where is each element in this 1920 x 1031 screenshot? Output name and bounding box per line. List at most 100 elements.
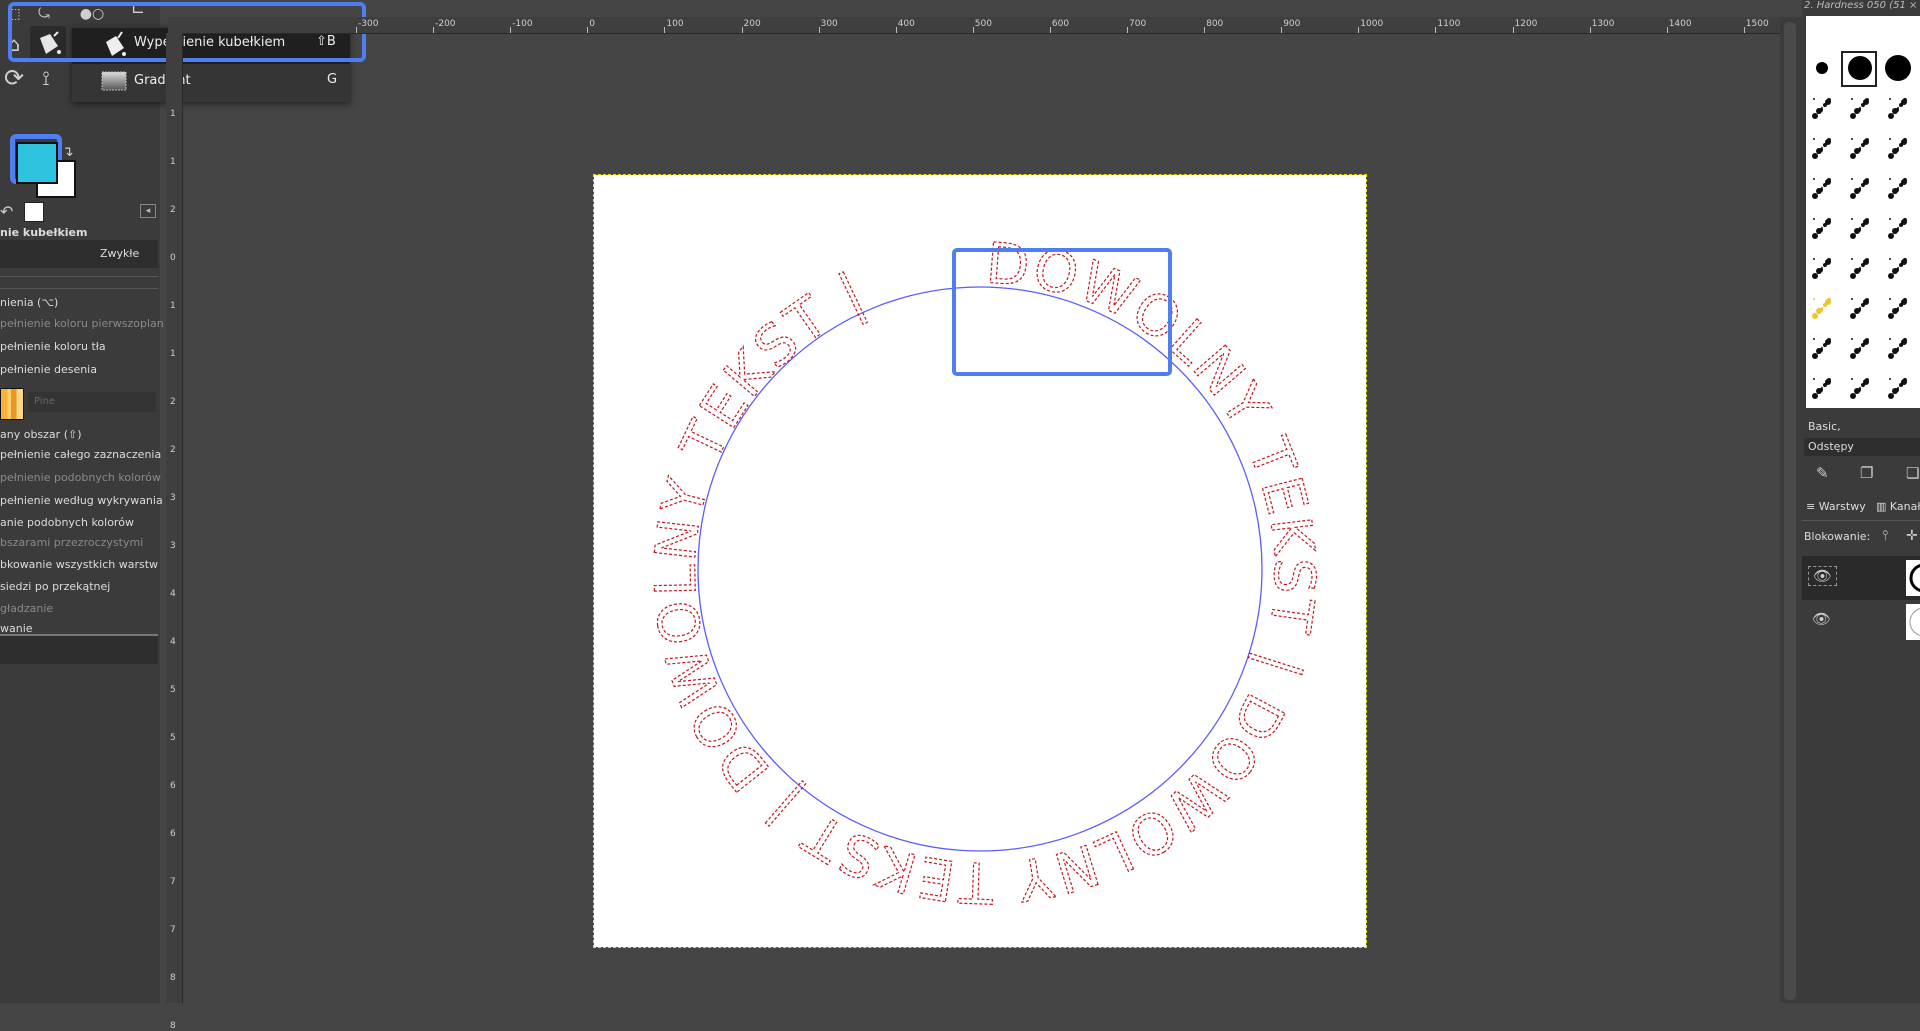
brush-preview <box>1850 338 1869 359</box>
ruler-label: 1 <box>170 301 176 311</box>
brush-preview <box>1888 178 1907 199</box>
brush-preview <box>1888 138 1907 159</box>
brush-preview <box>1888 218 1907 239</box>
brush-previews <box>1812 51 1911 439</box>
brush-preview <box>1812 298 1831 319</box>
layers-tabs: ≡ Warstwy ▥ Kanały <box>1802 496 1920 521</box>
ruler-tick <box>1204 27 1206 33</box>
ruler-tick <box>972 27 974 33</box>
tab-layers[interactable]: ≡ Warstwy <box>1806 500 1866 513</box>
ruler-label: 1 <box>170 349 176 359</box>
vertical-ruler[interactable]: 1 1 2 0 1 1 2 2 3 3 4 4 5 5 6 6 7 7 8 8 <box>166 33 183 1031</box>
brush-preview <box>1888 258 1907 279</box>
tab-layers-label: Warstwy <box>1818 500 1866 513</box>
visibility-eye-icon[interactable]: 👁 <box>1808 566 1838 586</box>
brush-preview <box>1888 298 1907 319</box>
tool-option-3[interactable]: pełnienie desenia <box>0 363 97 376</box>
layer-thumbnail <box>1906 604 1920 640</box>
ruler-tick <box>356 27 357 33</box>
mode-value: Zwykłe <box>100 247 140 260</box>
layer-row[interactable]: 👁 <box>1802 556 1920 600</box>
text-path-icon[interactable]: ⟟ <box>32 64 60 92</box>
smudge-icon[interactable]: ⟳ <box>0 64 28 92</box>
brush-preview <box>1812 218 1831 239</box>
spacing-field[interactable]: Odstępy <box>1804 438 1920 456</box>
ruler-tick <box>1512 27 1514 33</box>
tool-option-0[interactable]: nienia (⌥) <box>0 296 58 309</box>
tab-channels[interactable]: ▥ Kanały <box>1876 500 1920 513</box>
ruler-label: 1400 <box>1668 19 1692 29</box>
ruler-label: 500 <box>974 19 992 29</box>
ruler-tick <box>895 27 897 33</box>
text-highlight-box <box>952 248 1172 376</box>
brushes-grid[interactable] <box>1806 16 1920 439</box>
ruler-label: 7 <box>170 877 176 887</box>
ruler-label: 600 <box>1051 19 1070 29</box>
tool-option-11[interactable]: siedzi po przekątnej <box>0 580 110 593</box>
ruler-label: 6 <box>170 781 176 791</box>
brush-preview <box>1816 62 1828 74</box>
swap-colors-icon[interactable]: ↴ <box>62 144 74 160</box>
ruler-label: -300 <box>358 19 379 29</box>
ruler-label: 1200 <box>1514 19 1538 29</box>
brush-preview <box>1812 178 1831 199</box>
tool-option-1[interactable]: pełnienie koloru pierwszoplan <box>0 317 164 330</box>
divider <box>0 276 158 277</box>
new-brush-icon[interactable]: ❐ <box>1860 464 1873 482</box>
tool-option-2[interactable]: pełnienie koloru tła <box>0 340 106 353</box>
pattern-name-field[interactable]: Pine <box>28 392 156 412</box>
ruler-tick <box>1666 27 1668 33</box>
visibility-eye-icon[interactable]: 👁 <box>1808 610 1835 628</box>
brush-preview <box>1850 98 1869 119</box>
horizontal-ruler[interactable]: -300 -200 -100 0 100 200 300 400 500 600 700 800 900… <box>168 17 1780 34</box>
edit-brush-icon[interactable]: ✎ <box>1816 464 1829 482</box>
lock-position-icon[interactable]: ✛ <box>1906 528 1918 544</box>
ruler-label: 1500 <box>1745 19 1769 29</box>
reset-colors-icon[interactable]: ↶ <box>0 202 13 221</box>
duplicate-brush-icon[interactable]: ❏ <box>1906 464 1919 482</box>
tool-option-9[interactable]: bszarami przezroczystymi <box>0 536 143 549</box>
brush-tag-field[interactable]: Basic, <box>1804 418 1920 436</box>
ruler-label: -200 <box>435 19 456 29</box>
tool-option-8[interactable]: anie podobnych kolorów <box>0 516 134 529</box>
brush-preview <box>1848 56 1872 80</box>
ruler-label: 0 <box>170 253 176 263</box>
ruler-label: 3 <box>170 541 176 551</box>
tool-option-12[interactable]: gładzanie <box>0 602 53 615</box>
ruler-label: 7 <box>170 925 176 935</box>
tool-option-6[interactable]: pełnienie podobnych kolorów <box>0 471 161 484</box>
foreground-color-swatch[interactable] <box>16 142 58 184</box>
ruler-label: 800 <box>1206 19 1224 29</box>
ruler-tick <box>510 27 512 33</box>
ruler-label: 1100 <box>1437 19 1461 29</box>
ruler-label: 900 <box>1283 19 1301 29</box>
tool-option-10[interactable]: bkowanie wszystkich warstw <box>0 558 158 571</box>
brush-preview <box>1812 98 1831 119</box>
layer-row[interactable]: 👁 <box>1802 600 1920 644</box>
scrollbar-thumb[interactable] <box>1784 22 1796 1000</box>
brush-preview <box>1888 98 1907 119</box>
menu-shortcut: G <box>327 72 338 87</box>
lock-label: Blokowanie: <box>1804 530 1871 543</box>
ruler-tick <box>1435 27 1437 33</box>
ruler-tick <box>818 27 820 33</box>
tool-option-5[interactable]: pełnienie całego zaznaczenia <box>0 448 161 461</box>
brush-preview <box>1885 55 1911 81</box>
default-color-swatch[interactable] <box>24 202 44 222</box>
tool-option-4[interactable]: any obszar (⇧) <box>0 428 82 441</box>
ruler-label: 400 <box>897 19 915 29</box>
divider <box>0 288 158 289</box>
ruler-label: 1 <box>170 109 176 119</box>
fill-mode-dropdown[interactable] <box>0 636 158 664</box>
ruler-label: 200 <box>743 19 761 29</box>
brush-preview <box>1850 178 1869 199</box>
collapse-panel-button[interactable]: ◂ <box>140 204 156 218</box>
ruler-tick <box>664 27 666 33</box>
ruler-label: 1300 <box>1591 19 1615 29</box>
tool-option-7[interactable]: pełnienie według wykrywania <box>0 494 163 507</box>
pattern-swatch[interactable] <box>0 388 24 420</box>
ruler-label: 2 <box>170 397 176 407</box>
brush-preview <box>1850 138 1869 159</box>
lock-pixels-icon[interactable]: ⫯ <box>1882 528 1888 544</box>
ruler-tick <box>1281 27 1283 33</box>
